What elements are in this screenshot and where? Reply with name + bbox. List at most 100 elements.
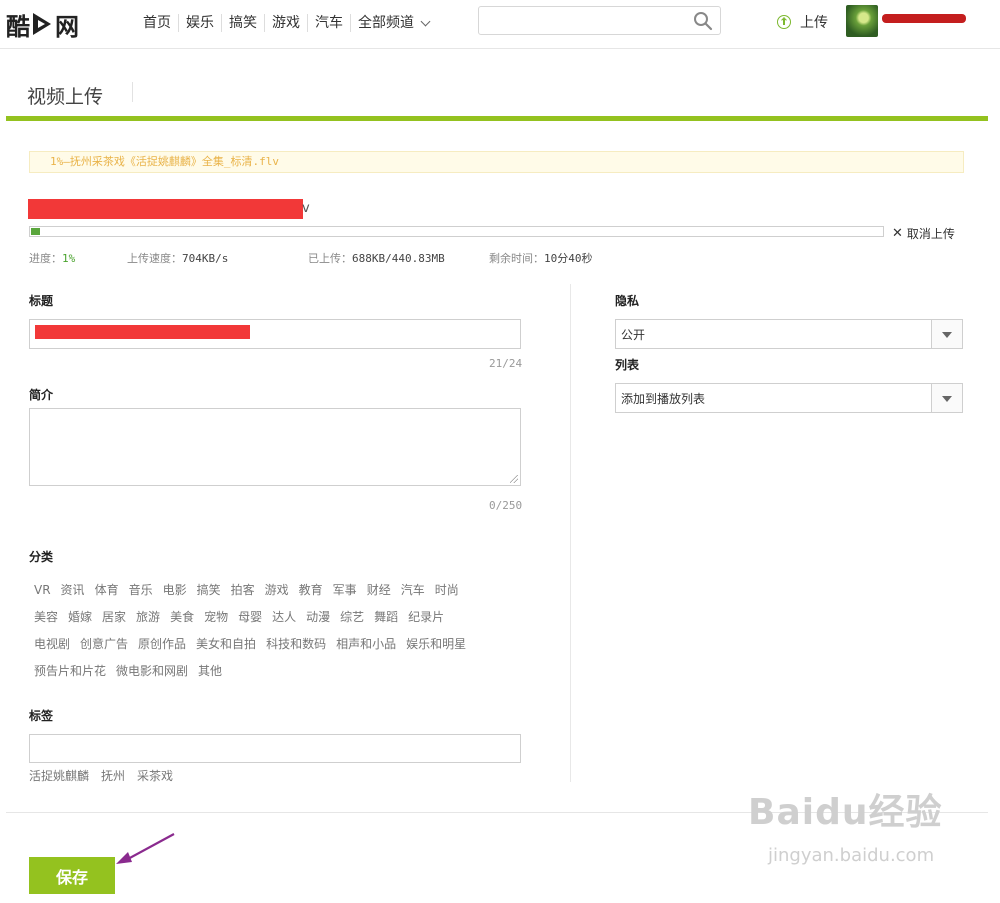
tags-input[interactable] [29,734,521,763]
search-icon[interactable] [693,11,713,31]
accent-bar [6,116,988,121]
stat-speed-value: 704KB/s [182,252,229,265]
title-label: 标题 [29,294,54,308]
nav-item-auto[interactable]: 汽车 [308,14,351,32]
category-item[interactable]: 原创作品 [138,635,186,652]
tag-suggestions: 活捉姚麒麟 抚州 采茶戏 [29,767,185,784]
nav-item-home[interactable]: 首页 [136,14,179,32]
main-nav: 首页 娱乐 搞笑 游戏 汽车 全部频道 [136,14,436,32]
category-item[interactable]: 美食 [170,608,194,625]
nav-item-entertainment[interactable]: 娱乐 [179,14,222,32]
category-item[interactable]: 娱乐和明星 [406,635,466,652]
intro-textarea[interactable] [30,409,520,485]
intro-char-count: 0/250 [489,499,523,512]
category-item[interactable]: 教育 [299,581,323,598]
dropdown-arrow-icon[interactable] [931,384,962,412]
category-item[interactable]: 体育 [95,581,119,598]
tag-suggestion[interactable]: 采茶戏 [137,767,173,784]
category-item[interactable]: 旅游 [136,608,160,625]
category-item[interactable]: 资讯 [61,581,85,598]
category-item[interactable]: 搞笑 [197,581,221,598]
category-item[interactable]: 游戏 [265,581,289,598]
list-label: 列表 [615,358,640,372]
category-item[interactable]: 音乐 [129,581,153,598]
category-row: 预告片和片花 微电影和网剧 其他 [29,657,529,684]
category-item[interactable]: 达人 [272,608,296,625]
save-button[interactable]: 保存 [29,857,115,894]
playlist-select[interactable]: 添加到播放列表 [615,383,963,413]
intro-label: 简介 [29,388,54,402]
avatar[interactable] [846,5,878,37]
stat-progress-label: 进度： [29,252,62,265]
upload-arrow-icon [777,15,791,29]
category-item[interactable]: 宠物 [204,608,228,625]
category-item[interactable]: 时尚 [435,581,459,598]
category-item[interactable]: 纪录片 [408,608,444,625]
stat-speed: 上传速度：704KB/s [127,250,228,266]
category-row: 电视剧 创意广告 原创作品 美女和自拍 科技和数码 相声和小品 娱乐和明星 [29,630,529,657]
category-item[interactable]: 舞蹈 [374,608,398,625]
youku-logo[interactable]: 酷 网 [6,8,79,41]
playlist-value: 添加到播放列表 [621,392,706,406]
category-item[interactable]: 居家 [102,608,126,625]
cancel-upload-button[interactable]: ✕ 取消上传 [892,225,955,242]
page-title: 视频上传 [27,86,104,108]
annotation-arrow-icon [116,833,175,864]
cancel-upload-label: 取消上传 [906,227,955,241]
logo-text-left: 酷 [6,12,30,41]
file-name-tail: v [302,201,310,216]
category-item[interactable]: 美容 [34,608,58,625]
nav-item-funny[interactable]: 搞笑 [222,14,265,32]
category-item[interactable]: 汽车 [401,581,425,598]
baidu-watermark: Baidu经验 jingyan.baidu.com [748,793,942,867]
category-item[interactable]: 其他 [198,662,222,679]
username-redacted[interactable] [882,14,966,23]
category-item[interactable]: 军事 [333,581,357,598]
category-item[interactable]: 电影 [163,581,187,598]
category-item[interactable]: 预告片和片花 [34,662,106,679]
category-item[interactable]: 母婴 [238,608,262,625]
privacy-select[interactable]: 公开 [615,319,963,349]
category-label: 分类 [29,550,54,564]
stat-progress-value: 1% [62,252,76,265]
all-channels-label: 全部频道 [358,15,414,31]
stat-remaining: 剩余时间：10分40秒 [489,250,593,266]
tags-label: 标签 [29,709,54,723]
search-input[interactable] [485,10,689,32]
column-divider [570,284,571,782]
title-divider [132,82,133,102]
nav-item-all-channels[interactable]: 全部频道 [351,14,436,32]
category-item[interactable]: 微电影和网剧 [116,662,188,679]
category-item[interactable]: 财经 [367,581,391,598]
category-row: VR 资讯 体育 音乐 电影 搞笑 拍客 游戏 教育 军事 财经 汽车 时尚 [29,576,529,603]
tag-suggestion[interactable]: 抚州 [101,767,125,784]
category-item[interactable]: 拍客 [231,581,255,598]
nav-item-games[interactable]: 游戏 [265,14,308,32]
privacy-value: 公开 [621,328,646,342]
dropdown-arrow-icon[interactable] [931,320,962,348]
category-item[interactable]: 美女和自拍 [196,635,256,652]
category-item[interactable]: 创意广告 [80,635,128,652]
stat-speed-label: 上传速度： [127,252,182,265]
file-notice: 1%—抚州采茶戏《活捉姚麒麟》全集_标清.flv [29,151,964,173]
category-item[interactable]: 动漫 [306,608,330,625]
upload-progress-bar [29,226,884,237]
stat-uploaded-label: 已上传： [308,252,352,265]
category-item[interactable]: VR [34,583,51,597]
resize-grip-icon[interactable] [510,475,518,483]
intro-field [29,408,521,486]
stat-remaining-label: 剩余时间： [489,252,544,265]
category-item[interactable]: 电视剧 [34,635,70,652]
stat-uploaded: 已上传：688KB/440.83MB [308,250,445,266]
category-row: 美容 婚嫁 居家 旅游 美食 宠物 母婴 达人 动漫 综艺 舞蹈 纪录片 [29,603,529,630]
close-icon: ✕ [892,226,903,241]
category-item[interactable]: 相声和小品 [336,635,396,652]
title-char-count: 21/24 [489,357,523,370]
tag-suggestion[interactable]: 活捉姚麒麟 [29,767,89,784]
logo-text-right: 网 [55,12,79,41]
category-item[interactable]: 婚嫁 [68,608,92,625]
category-item[interactable]: 综艺 [340,608,364,625]
upload-link[interactable]: 上传 [777,12,828,32]
top-bar: 酷 网 首页 娱乐 搞笑 游戏 汽车 全部频道 上传 [0,0,1000,49]
category-item[interactable]: 科技和数码 [266,635,326,652]
